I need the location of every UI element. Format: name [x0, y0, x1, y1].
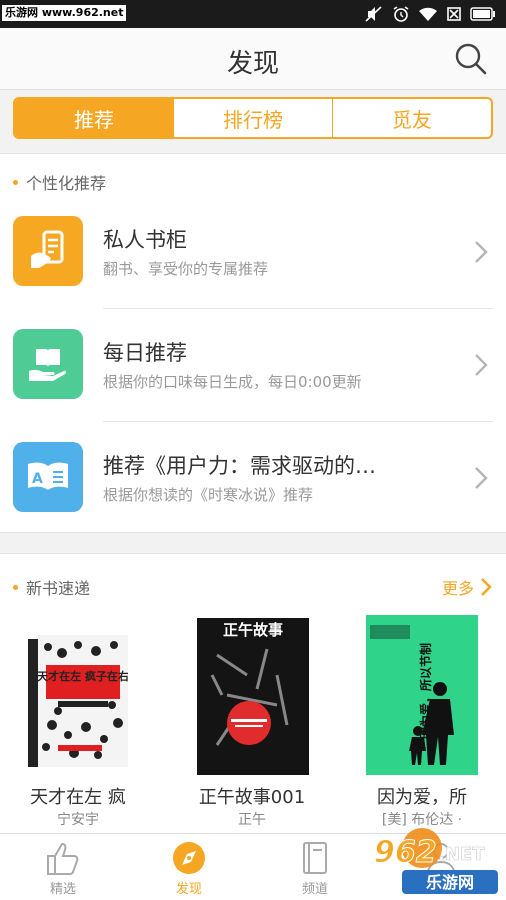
- book-card[interactable]: 正午故事 正午故事001 正午: [182, 615, 322, 835]
- svg-text:962: 962: [374, 835, 437, 870]
- cover-title-text: 正午故事: [223, 621, 283, 639]
- book-cover: 天才在左 疯子在右: [28, 635, 129, 770]
- row-title: 私人书柜: [103, 228, 187, 252]
- compass-icon: [173, 842, 205, 874]
- status-bar: 乐游网 www.962.net: [0, 0, 506, 28]
- section-title-new-books: 新书速递: [26, 579, 91, 598]
- row-subtitle: 根据你的口味每日生成，每日0:00更新: [103, 373, 362, 391]
- row-subtitle: 根据你想读的《时寒冰说》推荐: [103, 486, 314, 504]
- open-book-icon: A: [13, 442, 83, 512]
- book-title: 因为爱，所: [377, 787, 467, 808]
- book-card[interactable]: 天才在左 疯子在右 天才在左 疯 宁安宇: [8, 615, 148, 835]
- watermark-text: 乐游网 www.962.net: [2, 5, 127, 21]
- bottom-tab-featured[interactable]: 精选: [0, 834, 126, 900]
- book-card[interactable]: 因为爱，所以节制 因为爱，所 [美] 布伦达 ·: [352, 615, 492, 835]
- list-item-private-shelf[interactable]: 私人书柜 翻书、享受你的专属推荐: [0, 196, 506, 308]
- more-link[interactable]: 更多: [442, 575, 492, 599]
- tab-label: 频道: [301, 882, 328, 897]
- thumbs-up-icon: [47, 842, 79, 875]
- book-author: 宁安宇: [57, 812, 99, 828]
- hand-book-icon: [13, 329, 83, 399]
- book-cover: 因为爱，所以节制: [366, 615, 478, 775]
- svg-text:乐游网: 乐游网: [426, 873, 474, 892]
- chevron-right-icon: [481, 578, 492, 596]
- status-icons: [364, 4, 496, 24]
- bottom-tab-channel[interactable]: 频道: [252, 834, 378, 900]
- list-item-daily-recommend[interactable]: 每日推荐 根据你的口味每日生成，每日0:00更新: [0, 309, 506, 421]
- chevron-right-icon: [475, 467, 488, 489]
- book-title: 天才在左 疯: [30, 787, 126, 808]
- section-title-personal: 个性化推荐: [26, 174, 107, 193]
- bottom-tab-discover[interactable]: 发现: [126, 834, 252, 900]
- tab-label: 精选: [49, 882, 76, 897]
- search-button[interactable]: [452, 40, 490, 78]
- book-title: 正午故事001: [198, 787, 306, 808]
- book-stack-icon: [303, 842, 327, 874]
- search-icon: [455, 43, 487, 75]
- row-title: 推荐《用户力：需求驱动的…: [103, 454, 376, 478]
- svg-text:A: A: [32, 471, 43, 487]
- tab-find-friends[interactable]: 觅友: [333, 99, 491, 137]
- battery-icon: [470, 7, 495, 21]
- tab-ranking[interactable]: 排行榜: [174, 99, 333, 137]
- svg-text:.NET: .NET: [438, 844, 485, 865]
- section-dot: [13, 180, 18, 185]
- mute-icon: [365, 6, 382, 22]
- chevron-right-icon: [475, 354, 488, 376]
- wifi-icon: [419, 7, 437, 21]
- cover-title-text: 天才在左 疯子在右: [37, 669, 128, 683]
- watermark-logo: 962 .NET 乐游网: [366, 826, 502, 896]
- book-cover: 正午故事: [197, 615, 309, 775]
- row-title: 每日推荐: [103, 341, 187, 365]
- segmented-tabs: 推荐 排行榜 觅友: [13, 97, 493, 139]
- alarm-icon: [393, 6, 409, 22]
- no-sim-icon: [447, 7, 461, 21]
- section-dot: [13, 585, 18, 590]
- page-title: 发现: [226, 49, 279, 79]
- list-item-book-recommend[interactable]: A 推荐《用户力：需求驱动的… 根据你想读的《时寒冰说》推荐: [0, 422, 506, 534]
- tab-recommend[interactable]: 推荐: [15, 99, 174, 137]
- more-label: 更多: [441, 579, 474, 598]
- chevron-right-icon: [475, 241, 488, 263]
- personal-recommend-card: 个性化推荐 私人书柜 翻书、享受你的专属推荐 每日推荐 根据你的口味每日生成，每…: [0, 153, 506, 533]
- row-subtitle: 翻书、享受你的专属推荐: [103, 260, 269, 278]
- book-author: 正午: [238, 812, 266, 828]
- hand-phone-icon: [13, 216, 83, 286]
- tab-label: 发现: [175, 882, 202, 897]
- app-header: 发现: [0, 28, 506, 90]
